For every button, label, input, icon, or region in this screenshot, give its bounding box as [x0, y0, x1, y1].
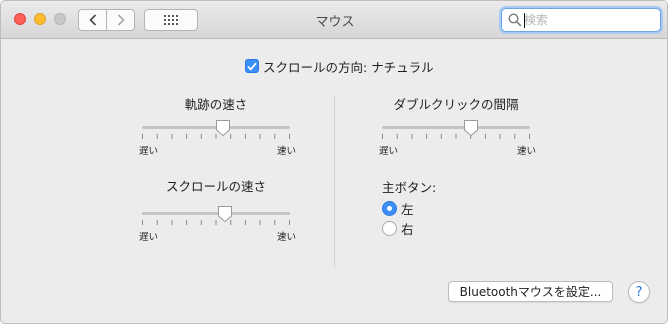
- double-click-speed-slider[interactable]: 遅い 速い: [379, 119, 536, 160]
- radio-left-label: 左: [401, 201, 414, 217]
- checkmark-icon: [247, 62, 257, 71]
- grid-icon: [164, 15, 178, 25]
- radio-left[interactable]: [382, 200, 397, 216]
- minimize-window-button[interactable]: [34, 13, 46, 25]
- scroll-direction-checkbox[interactable]: [245, 59, 259, 73]
- show-all-button[interactable]: [144, 9, 198, 31]
- slider-max-label: 速い: [516, 146, 536, 157]
- slider-track: [382, 126, 530, 129]
- double-click-speed-title: ダブルクリックの間隔: [393, 97, 519, 112]
- title-bar: マウス: [1, 1, 667, 39]
- slider-thumb[interactable]: [463, 119, 479, 137]
- scrolling-speed-slider[interactable]: 遅い 速い: [139, 205, 296, 246]
- setup-bluetooth-mouse-button[interactable]: Bluetoothマウスを設定...: [448, 281, 613, 302]
- slider-max-label: 速い: [276, 232, 296, 243]
- scrolling-speed-title: スクロールの速さ: [165, 179, 266, 194]
- search-field[interactable]: [501, 8, 661, 32]
- slider-thumb[interactable]: [217, 205, 233, 223]
- primary-button-right-option[interactable]: 右: [382, 220, 414, 237]
- slider-max-label: 速い: [276, 146, 296, 157]
- column-divider: [334, 95, 335, 267]
- radio-right[interactable]: [382, 220, 397, 236]
- navigation-buttons: [78, 9, 135, 31]
- slider-min-label: 遅い: [139, 146, 159, 157]
- scroll-direction-label: スクロールの方向: ナチュラル: [263, 59, 434, 75]
- text-caret: [524, 13, 525, 28]
- radio-right-label: 右: [401, 221, 414, 237]
- search-input[interactable]: [524, 11, 654, 29]
- help-button[interactable]: ?: [628, 281, 650, 303]
- back-button[interactable]: [79, 10, 106, 30]
- primary-button-left-option[interactable]: 左: [382, 200, 414, 217]
- slider-min-label: 遅い: [379, 146, 399, 157]
- slider-thumb[interactable]: [215, 119, 231, 137]
- scroll-direction-option[interactable]: スクロールの方向: ナチュラル: [245, 58, 434, 75]
- tracking-speed-title: 軌跡の速さ: [184, 97, 248, 112]
- chevron-left-icon: [88, 14, 96, 26]
- close-window-button[interactable]: [14, 13, 26, 25]
- chevron-right-icon: [117, 14, 125, 26]
- window-title: マウス: [315, 15, 355, 30]
- forward-button[interactable]: [106, 10, 134, 30]
- mouse-preferences-window: マウス スクロールの方向: ナチュラル 軌跡の速さ 遅い 速い スクロールの速さ: [0, 0, 668, 324]
- tracking-speed-slider[interactable]: 遅い 速い: [139, 119, 296, 160]
- slider-min-label: 遅い: [139, 232, 159, 243]
- primary-button-title: 主ボタン:: [382, 180, 437, 195]
- search-icon: [508, 13, 522, 27]
- slider-ticks: [382, 134, 530, 139]
- zoom-window-button[interactable]: [54, 13, 66, 25]
